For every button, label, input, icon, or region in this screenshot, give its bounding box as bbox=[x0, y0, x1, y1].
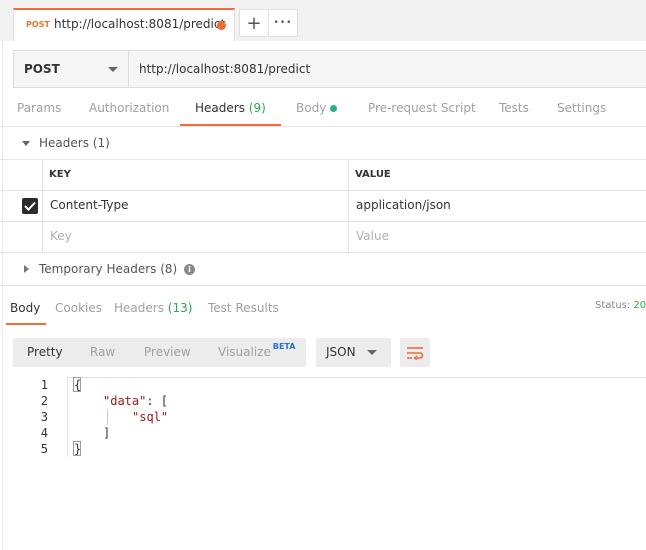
tab-options-button[interactable]: ••• bbox=[268, 9, 298, 37]
line-number: 2 bbox=[40, 394, 48, 408]
headers-section-count: (1) bbox=[92, 136, 110, 150]
format-visualize-label: Visualize bbox=[218, 345, 271, 359]
tab-body[interactable]: Body bbox=[296, 101, 338, 115]
json-punctuation: : [ bbox=[146, 394, 169, 408]
request-tab-method: POST bbox=[26, 20, 50, 29]
status-readout: Status: 20 bbox=[595, 300, 646, 311]
json-key: "data" bbox=[103, 394, 147, 408]
line-number: 1 bbox=[40, 378, 48, 392]
language-select-value: JSON bbox=[326, 345, 356, 359]
indent-guide bbox=[107, 409, 108, 425]
headers-table-col-border bbox=[348, 159, 349, 252]
headers-section-label: Headers bbox=[39, 136, 89, 150]
response-tab-body[interactable]: Body bbox=[10, 301, 40, 315]
tab-settings[interactable]: Settings bbox=[557, 101, 606, 115]
format-raw-button[interactable]: Raw bbox=[90, 345, 115, 359]
panel-left-border bbox=[2, 0, 3, 550]
wrap-lines-icon bbox=[407, 346, 424, 360]
format-preview-button[interactable]: Preview bbox=[144, 345, 191, 359]
status-label: Status: bbox=[595, 300, 631, 311]
code-line-2: "data": [ bbox=[103, 394, 168, 408]
format-visualize-button[interactable]: Visualize BETA bbox=[218, 342, 296, 359]
tab-headers-count: (9) bbox=[248, 101, 266, 115]
format-pretty-button[interactable]: Pretty bbox=[27, 345, 63, 359]
response-tab-test-results[interactable]: Test Results bbox=[208, 301, 279, 315]
response-divider bbox=[0, 285, 646, 286]
temporary-headers-count: (8) bbox=[160, 262, 178, 276]
line-number: 5 bbox=[40, 442, 48, 456]
response-tab-cookies[interactable]: Cookies bbox=[55, 301, 102, 315]
method-select[interactable]: POST bbox=[13, 50, 129, 88]
response-tab-headers[interactable]: Headers (13) bbox=[114, 301, 192, 315]
code-line-1: { bbox=[74, 378, 82, 392]
code-editor-border bbox=[68, 377, 646, 378]
line-number: 3 bbox=[40, 410, 48, 424]
body-indicator-dot-icon bbox=[330, 105, 338, 112]
response-active-tab-indicator bbox=[6, 323, 46, 325]
tab-params[interactable]: Params bbox=[17, 101, 61, 115]
response-tab-headers-label: Headers bbox=[114, 301, 164, 315]
checkmark-icon bbox=[24, 201, 36, 211]
language-select[interactable]: JSON bbox=[316, 338, 391, 367]
info-icon[interactable]: i bbox=[184, 264, 195, 275]
key-column-header: KEY bbox=[49, 169, 71, 180]
tab-body-label: Body bbox=[296, 101, 327, 115]
header-value-cell[interactable]: application/json bbox=[356, 198, 451, 212]
code-line-3: "sql" bbox=[132, 410, 169, 424]
expand-temporary-headers-icon[interactable] bbox=[24, 265, 29, 273]
header-enabled-checkbox[interactable] bbox=[22, 198, 38, 214]
unsaved-changes-dot-icon[interactable] bbox=[217, 21, 226, 30]
tab-tests[interactable]: Tests bbox=[499, 101, 529, 115]
response-tab-headers-count: (13) bbox=[167, 301, 193, 315]
tab-headers-label: Headers bbox=[195, 101, 245, 115]
tab-authorization[interactable]: Authorization bbox=[89, 101, 169, 115]
headers-table-col-border bbox=[42, 159, 43, 252]
chevron-down-icon bbox=[108, 67, 118, 72]
wrap-lines-button[interactable] bbox=[400, 338, 430, 367]
tabs-divider bbox=[0, 126, 646, 127]
more-icon: ••• bbox=[273, 18, 293, 28]
collapse-headers-icon[interactable] bbox=[22, 141, 30, 146]
url-input-value: http://localhost:8081/predict bbox=[139, 62, 311, 76]
tab-pre-request-script[interactable]: Pre-request Script bbox=[368, 101, 476, 115]
headers-table-bottom-border bbox=[0, 252, 646, 253]
header-key-cell[interactable]: Content-Type bbox=[50, 198, 129, 212]
headers-table-row-border bbox=[0, 221, 646, 222]
headers-section-title[interactable]: Headers (1) bbox=[39, 136, 110, 150]
temporary-headers-title[interactable]: Temporary Headers (8) bbox=[39, 262, 177, 276]
new-header-key-input[interactable]: Key bbox=[50, 229, 72, 243]
beta-badge: BETA bbox=[272, 342, 296, 351]
headers-table-row-border bbox=[0, 190, 646, 191]
headers-table-top-border bbox=[0, 159, 646, 160]
chevron-down-icon bbox=[367, 350, 377, 355]
value-column-header: VALUE bbox=[355, 169, 391, 180]
request-tab[interactable]: POST http://localhost:8081/predict bbox=[13, 8, 235, 41]
line-number: 4 bbox=[40, 426, 48, 440]
url-input[interactable]: http://localhost:8081/predict bbox=[128, 50, 646, 88]
code-line-5: } bbox=[74, 442, 82, 456]
status-value: 20 bbox=[633, 300, 646, 311]
tab-headers[interactable]: Headers (9) bbox=[195, 101, 266, 115]
temporary-headers-label: Temporary Headers bbox=[39, 262, 157, 276]
request-tab-url: http://localhost:8081/predict bbox=[54, 17, 226, 31]
code-gutter-border bbox=[67, 377, 68, 457]
new-tab-button[interactable]: + bbox=[239, 9, 269, 37]
method-select-value: POST bbox=[24, 62, 60, 76]
code-line-4: ] bbox=[103, 426, 111, 440]
new-header-value-input[interactable]: Value bbox=[356, 229, 389, 243]
plus-icon: + bbox=[246, 12, 262, 34]
